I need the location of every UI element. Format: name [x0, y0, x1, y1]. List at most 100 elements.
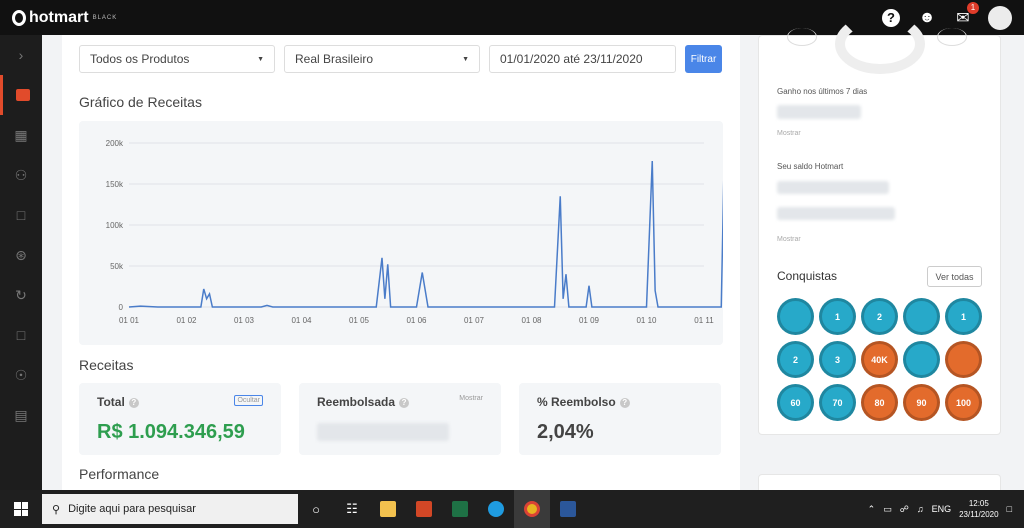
revenue-title: Receitas	[79, 357, 134, 373]
performance-title: Performance	[79, 466, 160, 482]
hidden-earned-value	[777, 105, 861, 119]
hotmart-logo[interactable]: hotmart BLACK	[12, 9, 117, 27]
word-app[interactable]	[550, 490, 586, 528]
community-button[interactable]: ☻	[916, 7, 938, 29]
badge-6[interactable]: 2	[777, 341, 814, 378]
sidebar-expand[interactable]: ›	[0, 35, 42, 75]
badge-7[interactable]: 3	[819, 341, 856, 378]
show-refund-toggle[interactable]: Mostrar	[459, 395, 483, 402]
excel-app[interactable]	[442, 490, 478, 528]
edge-app[interactable]	[478, 490, 514, 528]
avatar-next-icon[interactable]	[937, 28, 967, 46]
x-tick-label: 01 09	[579, 316, 600, 325]
dollar-icon: ☉	[14, 366, 28, 383]
badge-14[interactable]: 90	[903, 384, 940, 421]
badge-1[interactable]	[777, 298, 814, 335]
clock-date: 23/11/2020	[959, 510, 999, 519]
info-icon[interactable]: ?	[399, 397, 410, 408]
refund-label: Reembolsada?	[317, 395, 410, 409]
filters: Todos os Produtos ▼ Real Brasileiro ▼ 01/0…	[79, 45, 722, 73]
date-range-input[interactable]: 01/01/2020 até 23/11/2020	[489, 45, 676, 73]
word-icon	[560, 501, 576, 517]
sidebar-item-products[interactable]: □	[0, 195, 42, 235]
start-button[interactable]	[0, 490, 42, 528]
cortana-button[interactable]: ○	[298, 490, 334, 528]
badge-9[interactable]	[903, 341, 940, 378]
badge-4[interactable]	[903, 298, 940, 335]
search-icon: ⚲	[52, 503, 61, 516]
sidebar-item-reports[interactable]: ▤	[0, 395, 42, 435]
excel-icon	[452, 501, 468, 517]
filter-button[interactable]: Filtrar	[685, 45, 722, 73]
hidden-refund-value	[317, 423, 449, 441]
hide-toggle[interactable]: Ocultar	[234, 395, 263, 406]
dashboard-icon	[15, 89, 30, 101]
x-tick-label: 01 02	[176, 316, 197, 325]
task-view-button[interactable]: ☷	[334, 490, 370, 528]
edge-icon	[488, 501, 504, 517]
total-value: R$ 1.094.346,59	[97, 421, 245, 443]
brand-sub: BLACK	[92, 14, 118, 21]
sidebar-item-apps[interactable]: ▦	[0, 115, 42, 155]
sidebar-item-sales[interactable]: ⊛	[0, 235, 42, 275]
hidden-balance-value	[777, 181, 889, 194]
chevron-up-icon[interactable]: ⌃	[868, 504, 876, 515]
y-tick-label: 150k	[106, 180, 124, 189]
battery-icon[interactable]: ▭	[883, 504, 892, 515]
earned-show-link[interactable]: Mostrar	[777, 130, 801, 137]
sidebar-item-messages[interactable]: □	[0, 315, 42, 355]
system-tray: ⌃ ▭ ☍ ♫ ENG 12:05 23/11/2020 □	[868, 490, 1024, 528]
profile-panel: Ganho nos últimos 7 dias Mostrar Seu sal…	[758, 14, 1001, 435]
clock[interactable]: 12:05 23/11/2020	[959, 498, 998, 520]
chrome-app[interactable]	[514, 490, 550, 528]
avatar[interactable]	[988, 5, 1012, 30]
network-icon[interactable]: ☍	[900, 504, 909, 515]
refund-pct-label: % Reembolso?	[537, 395, 630, 409]
notification-badge: 1	[967, 1, 979, 14]
sidebar-item-dashboard[interactable]	[0, 75, 42, 115]
grid-icon: ▦	[14, 126, 28, 143]
badge-8[interactable]: 40K	[861, 341, 898, 378]
language-indicator[interactable]: ENG	[932, 504, 952, 514]
search-placeholder: Digite aqui para pesquisar	[68, 503, 196, 515]
info-icon[interactable]: ?	[619, 397, 630, 408]
info-icon[interactable]: ?	[128, 397, 139, 408]
notifications-button[interactable]: ✉ 1	[952, 1, 979, 29]
cart-icon: ⊛	[15, 246, 27, 263]
folder-icon	[380, 501, 396, 517]
avatar-prev-icon[interactable]	[787, 28, 817, 46]
sidebar-item-finance[interactable]: ☉	[0, 355, 42, 395]
badge-15[interactable]: 100	[945, 384, 982, 421]
view-all-button[interactable]: Ver todas	[927, 266, 982, 287]
revenue-chart-svg: 200k 150k 100k 50k 0 01 01 01 02 01 03 01 04 01 0…	[106, 139, 750, 325]
achievement-badges: 1 2 1 2 3 40K 60 70 80 90 100	[777, 298, 982, 421]
total-label: Total?	[97, 395, 139, 409]
badge-11[interactable]: 60	[777, 384, 814, 421]
achievements-title: Conquistas	[777, 269, 838, 283]
explorer-app[interactable]	[370, 490, 406, 528]
date-range-value: 01/01/2020 até 23/11/2020	[500, 52, 643, 66]
y-tick-label: 0	[119, 303, 124, 312]
powerpoint-app[interactable]	[406, 490, 442, 528]
taskbar-search[interactable]: ⚲ Digite aqui para pesquisar	[42, 494, 298, 524]
balance-show-link[interactable]: Mostrar	[777, 236, 801, 243]
volume-icon[interactable]: ♫	[917, 504, 924, 514]
currency-select-value: Real Brasileiro	[295, 52, 374, 66]
x-tick-label: 01 08	[521, 316, 542, 325]
balance-label: Seu saldo Hotmart	[777, 162, 844, 171]
badge-5[interactable]: 1	[945, 298, 982, 335]
brand-name: hotmart	[29, 8, 89, 26]
badge-3[interactable]: 2	[861, 298, 898, 335]
badge-13[interactable]: 80	[861, 384, 898, 421]
action-center-icon[interactable]: □	[1007, 504, 1012, 514]
chart-title: Gráfico de Receitas	[79, 94, 202, 110]
x-tick-label: 01 10	[636, 316, 657, 325]
currency-select[interactable]: Real Brasileiro ▼	[284, 45, 480, 73]
badge-2[interactable]: 1	[819, 298, 856, 335]
total-card: Total? Ocultar R$ 1.094.346,59	[79, 383, 281, 455]
badge-10[interactable]	[945, 341, 982, 378]
product-select[interactable]: Todos os Produtos ▼	[79, 45, 275, 73]
sidebar-item-subscriptions[interactable]: ↻	[0, 275, 42, 315]
badge-12[interactable]: 70	[819, 384, 856, 421]
sidebar-item-affiliates[interactable]: ⚇	[0, 155, 42, 195]
